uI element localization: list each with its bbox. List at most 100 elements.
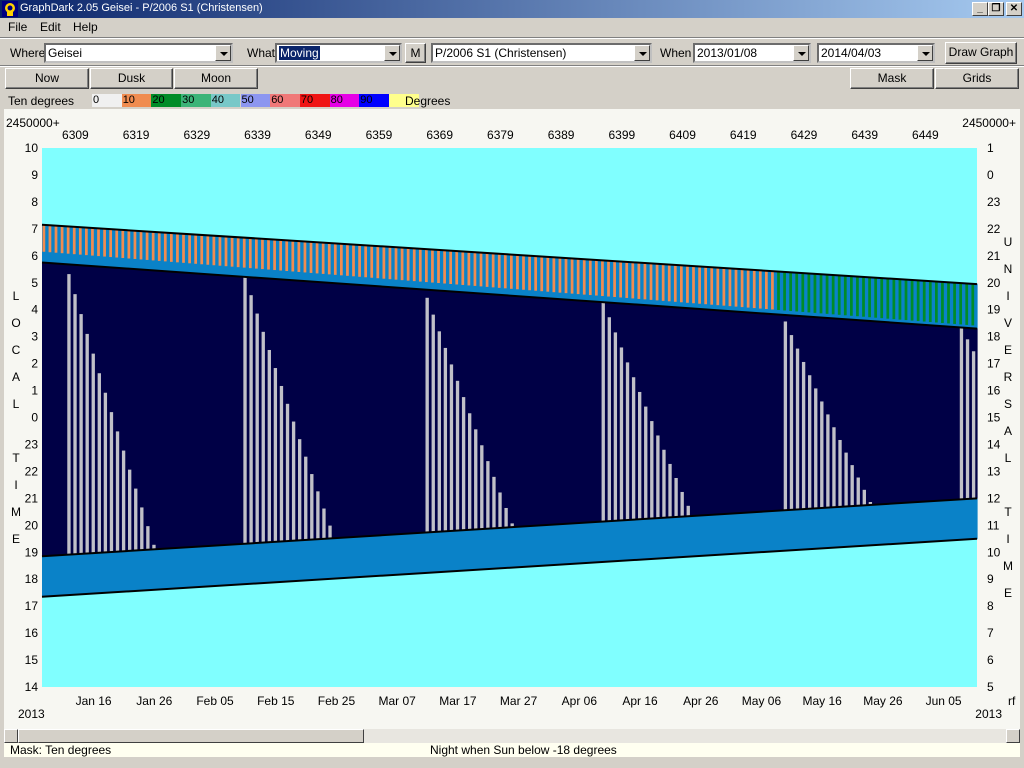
chevron-down-icon[interactable] — [384, 45, 400, 61]
comet-altitude-bar — [843, 275, 847, 316]
right-tick-label: 23 — [987, 195, 1001, 209]
comet-altitude-bar — [346, 244, 349, 276]
right-axis-title-letter: I — [1006, 532, 1009, 546]
top-tick-label: 6319 — [123, 128, 150, 142]
scroll-right-icon[interactable] — [1006, 729, 1020, 743]
moon-bar — [249, 295, 253, 544]
evening-twilight-band — [521, 526, 529, 567]
evening-twilight-band — [964, 499, 972, 540]
menu-edit[interactable]: Edit — [40, 20, 61, 34]
moon-bar — [801, 361, 806, 510]
left-axis-title-letter: O — [11, 316, 20, 330]
m-button[interactable]: M — [405, 43, 426, 63]
night-band — [576, 300, 583, 524]
moon-bar — [243, 276, 247, 544]
night-band — [418, 289, 426, 533]
when-start-value: 2013/01/08 — [697, 46, 758, 60]
bottom-tick-label: May 16 — [802, 694, 842, 708]
evening-twilight-band — [78, 554, 86, 595]
night-band — [394, 287, 401, 535]
evening-twilight-band — [764, 511, 772, 552]
chevron-down-icon[interactable] — [917, 45, 933, 61]
moon-bar — [826, 414, 830, 508]
comet-altitude-bar — [783, 271, 786, 311]
night-band — [521, 296, 529, 527]
comet-altitude-bar — [358, 244, 361, 277]
left-tick-label: 8 — [31, 195, 38, 209]
app-icon — [2, 1, 18, 17]
moon-button[interactable]: Moon — [174, 68, 258, 89]
evening-twilight-band — [843, 506, 851, 548]
comet-altitude-bar — [352, 244, 355, 277]
comet-altitude-bar — [928, 281, 932, 323]
menu-file[interactable]: File — [8, 20, 27, 34]
close-button[interactable]: ✕ — [1006, 2, 1022, 16]
evening-twilight-band — [788, 510, 796, 551]
evening-twilight-band — [127, 551, 134, 592]
dusk-label: Dusk — [117, 71, 146, 85]
comet-altitude-bar — [765, 270, 768, 310]
comet-altitude-bar — [72, 226, 76, 255]
top-tick-label: 6409 — [669, 128, 696, 142]
left-tick-label: 6 — [31, 249, 38, 263]
grids-button[interactable]: Grids — [935, 68, 1019, 89]
chevron-down-icon[interactable] — [634, 45, 650, 61]
chevron-down-icon[interactable] — [793, 45, 809, 61]
what-select[interactable]: Moving — [275, 43, 402, 63]
comet-altitude-bar — [503, 254, 507, 289]
comet-altitude-bar — [795, 272, 799, 312]
night-band — [776, 314, 784, 511]
evening-twilight-band — [339, 537, 347, 579]
scroll-thumb[interactable] — [18, 729, 364, 743]
top-tick-label: 6429 — [791, 128, 818, 142]
night-band — [388, 286, 395, 535]
year-right-label: 2013 — [975, 707, 1002, 721]
mask-button[interactable]: Mask — [850, 68, 934, 89]
evening-twilight-band — [970, 498, 978, 540]
evening-twilight-band — [782, 510, 790, 551]
top-tick-label: 6439 — [851, 128, 878, 142]
comet-altitude-bar — [698, 266, 701, 304]
chevron-down-icon[interactable] — [215, 45, 231, 61]
menu-help[interactable]: Help — [73, 20, 98, 34]
where-select[interactable]: Geisei — [44, 43, 233, 63]
moon-bar — [504, 507, 508, 528]
comet-altitude-bar — [965, 283, 969, 325]
right-tick-label: 19 — [987, 303, 1001, 317]
object-select[interactable]: P/2006 S1 (Christensen) — [431, 43, 652, 63]
moon-bar — [328, 525, 332, 539]
draw-graph-button[interactable]: Draw Graph — [945, 42, 1017, 64]
when-start-select[interactable]: 2013/01/08 — [693, 43, 811, 63]
evening-twilight-band — [199, 546, 207, 587]
night-band — [746, 312, 753, 513]
top-tick-label: 6309 — [62, 128, 89, 142]
night-band — [193, 273, 201, 547]
evening-twilight-band — [175, 548, 183, 589]
comet-altitude-bar — [631, 262, 635, 299]
legend-swatch-30: 30 — [181, 94, 211, 107]
moon-bar — [85, 333, 89, 554]
evening-twilight-band — [412, 533, 420, 574]
when-end-select[interactable]: 2014/04/03 — [817, 43, 935, 63]
evening-twilight-band — [819, 508, 826, 549]
horizontal-scrollbar[interactable] — [4, 729, 1020, 743]
minimize-button[interactable]: _ — [972, 2, 988, 16]
evening-twilight-band — [272, 541, 280, 583]
comet-altitude-bar — [734, 268, 738, 307]
now-button[interactable]: Now — [5, 68, 89, 89]
night-band — [339, 283, 347, 538]
right-axis-title-letter: V — [1004, 316, 1012, 330]
left-tick-label: 10 — [25, 141, 39, 155]
evening-twilight-band — [552, 524, 559, 566]
where-value: Geisei — [48, 46, 83, 60]
moon-bar — [431, 314, 435, 533]
comet-altitude-bar — [673, 264, 677, 302]
scroll-left-icon[interactable] — [4, 729, 18, 743]
comet-altitude-bar — [54, 225, 58, 253]
dusk-button[interactable]: Dusk — [90, 68, 173, 89]
comet-altitude-bar — [66, 226, 70, 254]
comet-altitude-bar — [285, 240, 289, 272]
moon-bar — [279, 385, 284, 542]
restore-button[interactable]: ❐ — [988, 2, 1004, 16]
comet-altitude-bar — [916, 280, 920, 322]
